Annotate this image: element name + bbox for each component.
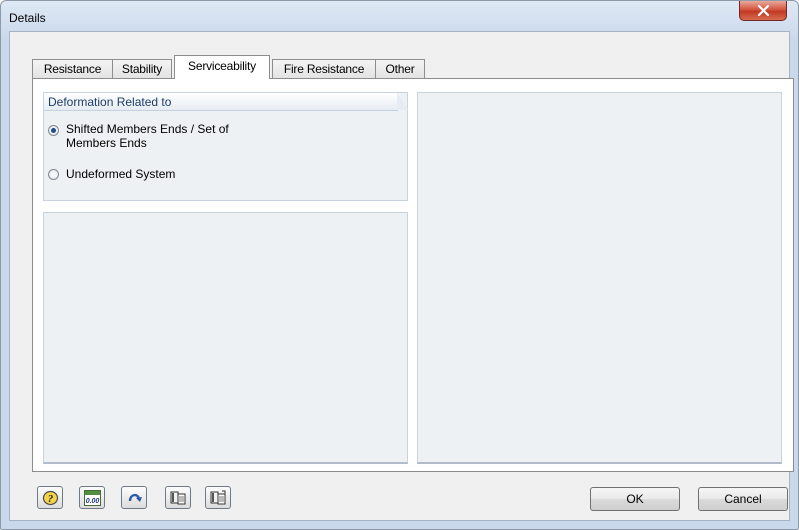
- group-header-corner: [397, 93, 408, 110]
- tab-label: Fire Resistance: [283, 62, 365, 76]
- close-icon: [757, 5, 770, 16]
- reset-default-button[interactable]: [121, 486, 147, 509]
- cancel-button[interactable]: Cancel: [698, 487, 788, 511]
- decimal-icon-text: 0.00: [86, 498, 100, 505]
- import-button[interactable]: [165, 486, 191, 509]
- title-bar[interactable]: Details: [1, 1, 798, 31]
- tab-resistance[interactable]: Resistance: [32, 59, 113, 78]
- tab-label: Other: [385, 62, 415, 76]
- decimal-places-icon: 0.00: [84, 490, 101, 506]
- export-button[interactable]: [205, 486, 231, 509]
- window-title: Details: [9, 11, 46, 25]
- radio-label-line: Shifted Members Ends / Set of: [66, 122, 229, 136]
- tab-other[interactable]: Other: [375, 59, 425, 78]
- tab-label: Resistance: [43, 62, 102, 76]
- empty-panel-left: [43, 212, 408, 464]
- ok-button[interactable]: OK: [590, 487, 680, 511]
- close-button[interactable]: [739, 1, 787, 21]
- export-icon: [210, 490, 226, 505]
- radio-label-shifted[interactable]: Shifted Members Ends / Set of Members En…: [66, 122, 229, 150]
- tab-stability[interactable]: Stability: [112, 59, 172, 78]
- help-button[interactable]: ?: [37, 486, 63, 509]
- deformation-group: Deformation Related to Shifted Members E…: [43, 92, 408, 201]
- decimal-places-button[interactable]: 0.00: [79, 486, 105, 509]
- tab-label: Stability: [121, 62, 163, 76]
- tab-fire-resistance[interactable]: Fire Resistance: [272, 59, 376, 78]
- radio-label-line: Members Ends: [66, 136, 147, 150]
- tab-label: Serviceability: [188, 59, 256, 73]
- group-header: Deformation Related to: [44, 93, 398, 111]
- empty-panel-right: [417, 92, 782, 464]
- group-title: Deformation Related to: [48, 95, 172, 109]
- tab-serviceability[interactable]: Serviceability: [174, 55, 270, 79]
- radio-shifted-members-ends[interactable]: [48, 125, 59, 136]
- help-icon: ?: [42, 490, 59, 506]
- radio-undeformed-system[interactable]: [48, 169, 59, 180]
- reset-default-icon: [128, 493, 142, 502]
- radio-selected-dot: [51, 128, 56, 133]
- radio-label-undeformed[interactable]: Undeformed System: [66, 167, 175, 181]
- svg-text:?: ?: [48, 493, 54, 505]
- import-icon: [170, 491, 186, 505]
